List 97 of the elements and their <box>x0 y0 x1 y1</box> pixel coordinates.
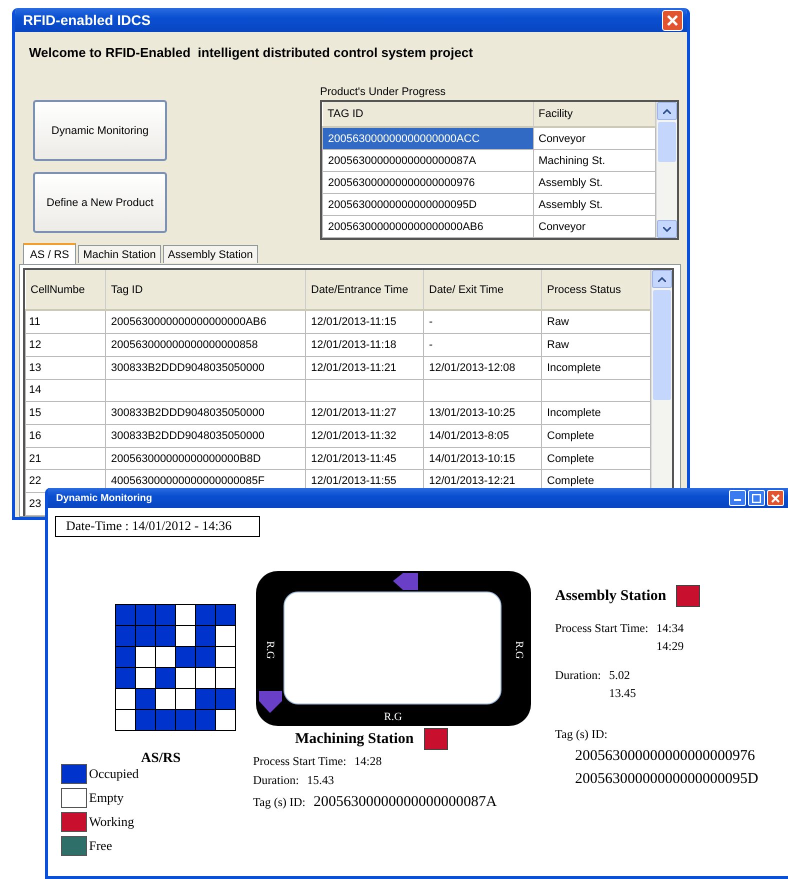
maximize-button[interactable] <box>748 490 765 506</box>
table-cell: 15 <box>26 402 106 424</box>
table-cell: 200563000000000000000858 <box>106 334 306 356</box>
list-cell[interactable]: 200563000000000000000ACC <box>322 127 533 150</box>
table-cell: 12/01/2013-11:18 <box>306 334 424 356</box>
field-label: Duration: <box>253 773 299 788</box>
table-cell: Complete <box>542 447 650 470</box>
field-value: 15.43 <box>307 773 334 788</box>
field-value: 14:34 <box>656 621 684 636</box>
table-cell: 16 <box>26 424 106 448</box>
table-cell: 13/01/2013-10:25 <box>424 402 542 424</box>
station-name: Machining Station <box>295 730 414 748</box>
caret-down-icon <box>663 226 671 232</box>
column-header[interactable]: Process Status <box>542 270 650 310</box>
caret-up-icon <box>663 108 671 114</box>
table-cell: 12/01/2013-11:21 <box>306 356 424 380</box>
table-cell: Incomplete <box>542 402 650 424</box>
column-header[interactable]: Facility <box>533 102 656 127</box>
column-header[interactable]: CellNumbe <box>26 270 106 310</box>
table-cell: - <box>424 310 542 334</box>
field-label: Tag (s) ID: <box>253 795 306 810</box>
field-label: Duration: <box>555 668 601 684</box>
scrollbar-thumb[interactable] <box>658 122 676 162</box>
list-cell[interactable]: 2005630000000000000000AB6 <box>322 216 533 238</box>
tab[interactable]: AS / RS <box>23 243 76 264</box>
field-value: 5.02 <box>609 668 631 683</box>
table-cell: 13 <box>26 356 106 380</box>
column-header[interactable]: Tag ID <box>106 270 306 310</box>
list-cell[interactable]: Conveyor <box>533 216 656 238</box>
table-cell: 300833B2DDD9048035050000 <box>106 424 306 448</box>
field-label: Process Start Time: <box>253 754 346 769</box>
table-cell: Raw <box>542 334 650 356</box>
welcome-text: Welcome to RFID-Enabled intelligent distributed control system project <box>28 44 474 60</box>
legend-label: Occupied <box>89 766 139 782</box>
scroll-down-button[interactable] <box>657 220 677 238</box>
list-cell[interactable]: 20056300000000000000087A <box>322 150 533 172</box>
minimize-button[interactable] <box>729 490 746 506</box>
field-value: 13.45 <box>609 686 636 701</box>
table-cell: 14 <box>26 379 106 402</box>
list-cell[interactable]: 20056300000000000000095D <box>322 194 533 216</box>
list-cell[interactable]: 200563000000000000000976 <box>322 172 533 194</box>
table-cell: 12/01/2013-11:32 <box>306 424 424 448</box>
legend-label: Working <box>89 814 134 830</box>
column-header[interactable]: Date/ Exit Time <box>424 270 542 310</box>
table-cell: Complete <box>542 424 650 448</box>
field-value: 14:29 <box>656 639 684 654</box>
table-cell: 12/01/2013-11:27 <box>306 402 424 424</box>
field-value: 14:28 <box>354 754 382 769</box>
close-icon <box>667 14 678 26</box>
table-cell: 300833B2DDD9048035050000 <box>106 402 306 424</box>
close-icon <box>771 494 780 502</box>
table-cell: 11 <box>26 310 106 334</box>
table-cell: 2005630000000000000000AB6 <box>106 310 306 334</box>
scroll-up-button[interactable] <box>652 270 672 288</box>
tag-id: 20056300000000000000087A <box>313 794 497 811</box>
table-cell: 200563000000000000000B8D <box>106 447 306 470</box>
conveyor-label: R.G <box>264 641 276 660</box>
close-button[interactable] <box>662 10 683 30</box>
table-cell: Incomplete <box>542 356 650 380</box>
table-cell: 14/01/2013-10:15 <box>424 447 542 470</box>
scrollbar-thumb[interactable] <box>653 290 671 400</box>
tag-id: 20056300000000000000095D <box>575 771 760 788</box>
action-button[interactable]: Dynamic Monitoring <box>33 100 167 161</box>
field-label: Process Start Time: <box>555 621 648 637</box>
conveyor-label: R.G <box>384 711 402 723</box>
list-cell[interactable]: Machining St. <box>533 150 656 172</box>
table-cell: 12/01/2013-11:45 <box>306 447 424 470</box>
window-title: RFID-enabled IDCS <box>23 12 151 28</box>
table-cell: 14/01/2013-8:05 <box>424 424 542 448</box>
table-cell: 300833B2DDD9048035050000 <box>106 356 306 380</box>
list-label: Product's Under Progress <box>320 86 447 98</box>
list-cell[interactable]: Assembly St. <box>533 194 656 216</box>
tab[interactable]: Machin Station <box>78 245 161 263</box>
column-header[interactable]: Date/Entrance Time <box>306 270 424 310</box>
table-cell: Raw <box>542 310 650 334</box>
tab[interactable]: Assembly Station <box>162 245 258 263</box>
tag-id: 200563000000000000000976 <box>575 748 756 765</box>
list-cell[interactable]: Conveyor <box>533 127 656 150</box>
table-cell: 12/01/2013-11:15 <box>306 310 424 334</box>
legend-label: Free <box>89 838 112 854</box>
legend-label: Empty <box>89 790 124 806</box>
maximize-icon <box>752 494 761 502</box>
caret-up-icon <box>658 276 666 282</box>
table-cell: 12 <box>26 334 106 356</box>
column-header[interactable]: TAG ID <box>322 102 533 127</box>
station-name: Assembly Station <box>555 588 666 604</box>
close-button[interactable] <box>767 490 784 506</box>
scroll-up-button[interactable] <box>657 102 677 120</box>
field-label: Tag (s) ID: <box>555 727 608 742</box>
table-cell: - <box>424 334 542 356</box>
asrs-label: AS/RS <box>141 751 181 767</box>
table-cell: 12/01/2013-12:08 <box>424 356 542 380</box>
list-cell[interactable]: Assembly St. <box>533 172 656 194</box>
table-cell: 21 <box>26 447 106 470</box>
date-time-box: Date-Time : 14/01/2012 - 14:36 <box>55 516 260 537</box>
conveyor-label: R.G <box>513 641 525 660</box>
action-button[interactable]: Define a New Product <box>33 172 167 233</box>
